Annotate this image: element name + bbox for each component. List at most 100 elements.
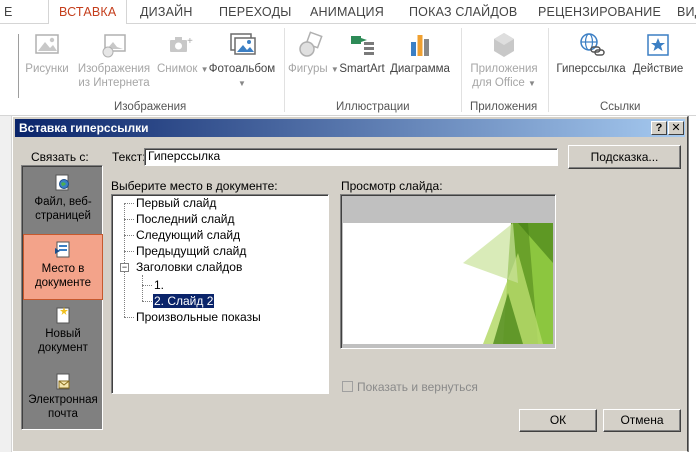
tree-connector — [142, 301, 152, 302]
online-pictures-label-1: Изображения — [77, 63, 151, 75]
chart-label: Диаграмма — [390, 63, 450, 75]
tree-item-next-slide[interactable]: Следующий слайд — [136, 228, 240, 242]
screenshot-label: Снимок — [157, 63, 198, 75]
dialog-title: Вставка гиперссылки — [19, 121, 149, 135]
smartart-icon — [347, 30, 377, 60]
link-option-email-line1: Электронная — [28, 394, 98, 406]
svg-text:+: + — [187, 36, 193, 47]
online-pictures-label-2: из Интернета — [78, 77, 150, 89]
hyperlink-label: Гиперссылка — [556, 63, 626, 75]
group-separator — [548, 28, 549, 112]
link-option-place-in-document[interactable]: Место в документе — [23, 234, 103, 300]
group-label-illustrations: Иллюстрации — [336, 101, 410, 113]
display-text-input[interactable]: Гиперссылка — [144, 148, 558, 166]
online-pictures-button[interactable]: Изображения из Интернета — [74, 30, 154, 90]
show-and-return-checkbox[interactable] — [342, 381, 353, 392]
group-separator — [461, 28, 462, 112]
slide-thumbnail — [343, 223, 553, 344]
ribbon-panel: Рисунки Изображения из Интернета + Снимо… — [0, 24, 696, 116]
cancel-button[interactable]: Отмена — [603, 409, 681, 432]
email-icon — [54, 372, 72, 390]
chart-icon — [405, 30, 435, 60]
tab-insert[interactable]: ВСТАВКА — [48, 0, 128, 25]
close-button[interactable]: ✕ — [668, 121, 684, 135]
link-option-email[interactable]: Электронная почта — [23, 366, 103, 432]
group-label-links: Ссылки — [600, 101, 641, 113]
partial-group-edge — [18, 34, 19, 98]
tab-slideshow[interactable]: ПОКАЗ СЛАЙДОВ — [409, 0, 517, 24]
star-action-icon — [643, 30, 673, 60]
apps-for-office-button[interactable]: Приложения для Office ▼ — [467, 30, 541, 91]
tree-item-slide-2[interactable]: 2. Слайд 2 — [153, 294, 215, 308]
online-pictures-icon — [99, 30, 129, 60]
web-page-icon — [54, 174, 72, 192]
link-to-panel: Файл, веб- страницей Место в документе Н… — [21, 165, 103, 430]
action-button[interactable]: Действие — [630, 30, 686, 76]
tab-transitions[interactable]: ПЕРЕХОДЫ — [219, 0, 292, 24]
smartart-button[interactable]: SmartArt — [336, 30, 388, 76]
tab-animation[interactable]: АНИМАЦИЯ — [310, 0, 384, 24]
place-in-document-label: Выберите место в документе: — [111, 179, 278, 193]
tree-connector — [124, 203, 125, 317]
group-label-images: Изображения — [114, 101, 187, 113]
slide-preview-label: Просмотр слайда: — [341, 179, 443, 193]
new-document-icon — [54, 306, 72, 324]
link-option-email-line2: почта — [48, 408, 78, 420]
tree-connector — [142, 285, 152, 286]
link-option-new-document[interactable]: Новый документ — [23, 300, 103, 366]
tree-connector — [124, 235, 134, 236]
tree-item-custom-shows[interactable]: Произвольные показы — [136, 310, 261, 324]
group-label-apps: Приложения — [470, 101, 538, 113]
tab-view-partial[interactable]: ВИДЕ — [677, 0, 696, 24]
insert-hyperlink-dialog: Вставка гиперссылки ? ✕ Связать с: Файл,… — [12, 116, 688, 452]
photo-album-icon — [227, 30, 257, 60]
tree-connector — [142, 275, 143, 301]
hyperlink-button[interactable]: Гиперссылка — [553, 30, 629, 76]
tree-item-previous-slide[interactable]: Предыдущий слайд — [136, 244, 246, 258]
slide-preview — [340, 194, 556, 349]
collapse-icon[interactable]: − — [120, 263, 129, 272]
tree-connector — [124, 317, 134, 318]
screentip-button[interactable]: Подсказка... — [568, 145, 681, 169]
tree-item-first-slide[interactable]: Первый слайд — [136, 196, 216, 210]
tab-review[interactable]: РЕЦЕНЗИРОВАНИЕ — [538, 0, 661, 24]
link-option-new-line1: Новый — [45, 328, 81, 340]
pictures-button[interactable]: Рисунки — [22, 30, 72, 76]
slide-decoration — [463, 223, 553, 344]
apps-label-2: для Office — [472, 77, 525, 89]
tab-design[interactable]: ДИЗАЙН — [140, 0, 193, 24]
apps-icon — [489, 30, 519, 60]
place-in-document-tree[interactable]: Первый слайд Последний слайд Следующий с… — [111, 194, 329, 394]
tab-home-partial[interactable]: Е — [4, 0, 13, 24]
screenshot-button[interactable]: + Снимок ▼ — [157, 30, 209, 77]
app-window: { "ribbon": { "tabs": ["Е", "ВСТАВКА", "… — [0, 0, 696, 452]
tree-connector — [124, 203, 134, 204]
smartart-label: SmartArt — [339, 63, 385, 75]
chart-button[interactable]: Диаграмма — [390, 30, 450, 76]
tree-item-last-slide[interactable]: Последний слайд — [136, 212, 234, 226]
link-option-new-line2: документ — [38, 342, 88, 354]
link-option-file-web[interactable]: Файл, веб- страницей — [23, 168, 103, 234]
link-option-file-web-line2: страницей — [35, 210, 91, 222]
tree-connector — [124, 219, 134, 220]
link-option-file-web-line1: Файл, веб- — [34, 196, 92, 208]
photo-album-button[interactable]: Фотоальбом ▼ — [206, 30, 278, 91]
tree-item-slide-1[interactable]: 1. — [154, 278, 164, 292]
shapes-icon — [296, 30, 326, 60]
chevron-down-icon: ▼ — [238, 79, 246, 88]
place-in-document-icon — [54, 241, 72, 259]
dialog-titlebar[interactable]: Вставка гиперссылки ? ✕ — [15, 119, 685, 137]
ok-button[interactable]: ОК — [519, 409, 597, 432]
text-label: Текст: — [112, 150, 146, 164]
shapes-label: Фигуры — [288, 63, 328, 75]
photo-album-label: Фотоальбом — [208, 63, 276, 75]
help-button[interactable]: ? — [651, 121, 667, 135]
link-option-place-line2: документе — [34, 277, 92, 289]
shapes-button[interactable]: Фигуры ▼ — [288, 30, 339, 77]
action-label: Действие — [632, 63, 684, 75]
group-separator — [284, 28, 285, 112]
tree-connector — [124, 251, 134, 252]
apps-label-1: Приложения — [470, 63, 538, 75]
link-to-label: Связать с: — [31, 150, 89, 164]
tree-item-slide-titles[interactable]: Заголовки слайдов — [136, 260, 242, 274]
